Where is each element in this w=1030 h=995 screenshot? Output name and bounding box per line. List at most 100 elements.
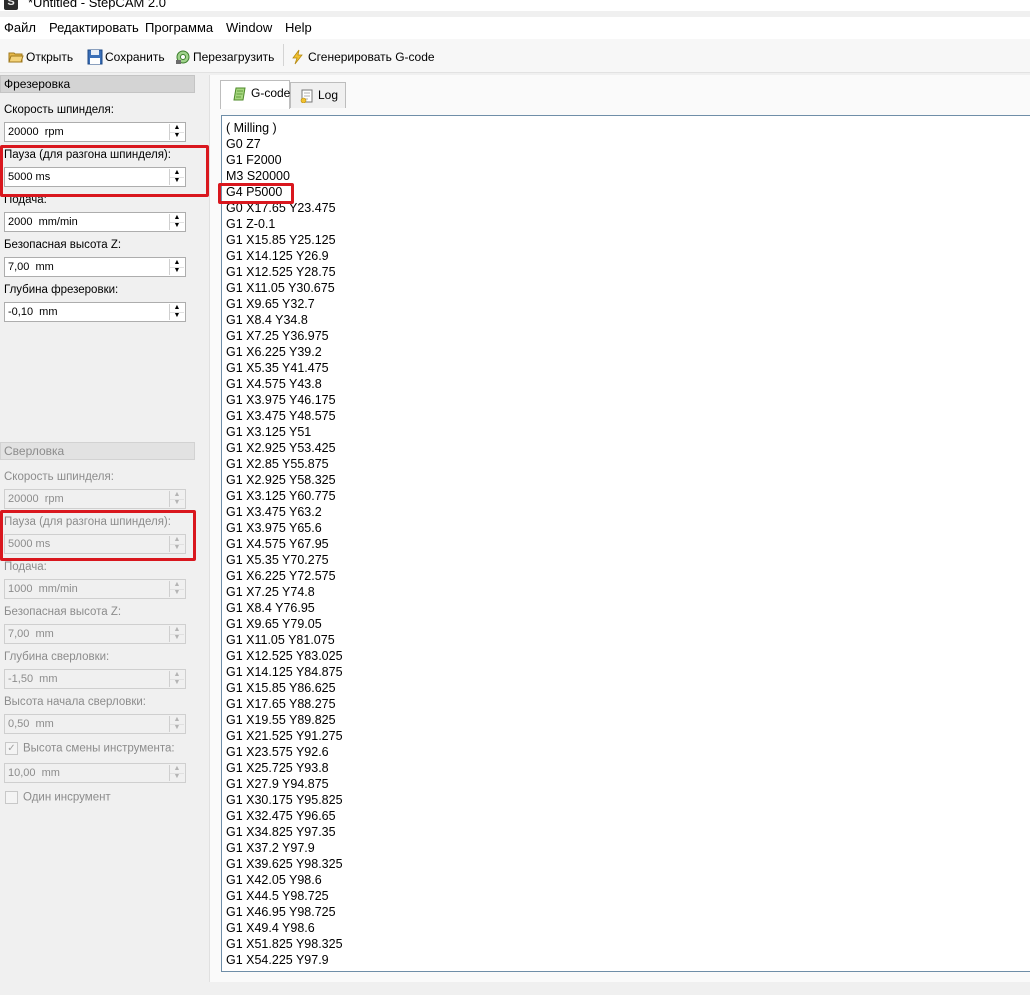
gcode-line: G1 X3.475 Y63.2 bbox=[226, 505, 322, 519]
tab-gcode-label: G-code bbox=[251, 86, 291, 100]
tool-change-height-checkbox: ✓ Высота смены инструмента: bbox=[5, 742, 175, 755]
gcode-line: G1 X32.475 Y96.65 bbox=[226, 809, 336, 823]
gcode-line: G1 X9.65 Y79.05 bbox=[226, 617, 322, 631]
milling-group-header: Фрезеровка bbox=[0, 75, 195, 93]
reload-button[interactable]: Перезагрузить bbox=[175, 47, 274, 65]
spin-arrows: ▲ ▼ bbox=[169, 259, 184, 275]
gcode-line: G1 X21.525 Y91.275 bbox=[226, 729, 343, 743]
checkmark-icon: ✓ bbox=[5, 742, 18, 755]
drilling-safe-z-spinbox: 7,00 mm ▲ ▼ bbox=[4, 624, 186, 644]
open-label: Открыть bbox=[26, 49, 74, 64]
menu-edit[interactable]: Редактировать bbox=[49, 20, 139, 35]
milling-depth-value: -0,10 mm bbox=[8, 306, 58, 318]
gcode-line: G1 X4.575 Y43.8 bbox=[226, 377, 322, 391]
milling-feed-spinbox[interactable]: 2000 mm/min ▲ ▼ bbox=[4, 212, 186, 232]
gcode-line: G1 Z-0.1 bbox=[226, 217, 276, 231]
gcode-line: G1 X27.9 Y94.875 bbox=[226, 777, 329, 791]
spin-arrows: ▲ ▼ bbox=[169, 581, 184, 597]
gcode-line: G1 X8.4 Y34.8 bbox=[226, 313, 308, 327]
spin-arrows: ▲ ▼ bbox=[169, 626, 184, 642]
gcode-line: G1 X23.575 Y92.6 bbox=[226, 745, 329, 759]
drilling-depth-value: -1,50 mm bbox=[8, 673, 58, 685]
gcode-line: G1 X12.525 Y83.025 bbox=[226, 649, 343, 663]
drilling-safe-z-label: Безопасная высота Z: bbox=[4, 606, 122, 618]
menu-help[interactable]: Help bbox=[285, 20, 312, 35]
gcode-line: G1 X19.55 Y89.825 bbox=[226, 713, 336, 727]
milling-spindle-speed-label: Скорость шпинделя: bbox=[4, 104, 114, 116]
spin-down-arrow-icon: ▼ bbox=[173, 679, 181, 686]
open-button[interactable]: Открыть bbox=[8, 47, 73, 65]
gcode-line: G1 X3.975 Y65.6 bbox=[226, 521, 322, 535]
gcode-line: G1 X2.85 Y55.875 bbox=[226, 457, 329, 471]
drilling-start-height-spinbox: 0,50 mm ▲ ▼ bbox=[4, 714, 186, 734]
gcode-line: G0 Z7 bbox=[226, 137, 261, 151]
drilling-depth-spinbox: -1,50 mm ▲ ▼ bbox=[4, 669, 186, 689]
menu-program[interactable]: Программа bbox=[145, 20, 213, 35]
floppy-save-icon bbox=[87, 49, 103, 65]
milling-safe-z-spinbox[interactable]: 7,00 mm ▲ ▼ bbox=[4, 257, 186, 277]
gcode-line: G1 X15.85 Y86.625 bbox=[226, 681, 336, 695]
drilling-spindle-speed-label: Скорость шпинделя: bbox=[4, 471, 114, 483]
drilling-group-header: Сверловка bbox=[0, 442, 195, 460]
spin-arrows: ▲ ▼ bbox=[169, 671, 184, 687]
gcode-editor[interactable]: ( Milling ) G0 Z7 G1 F2000 M3 S20000 G4 P500… bbox=[221, 115, 1030, 972]
gcode-line: G1 X3.125 Y51 bbox=[226, 425, 312, 439]
spin-arrows: ▲ ▼ bbox=[169, 304, 184, 320]
milling-feed-value: 2000 mm/min bbox=[8, 216, 78, 228]
generate-gcode-button[interactable]: Сгенерировать G-code bbox=[290, 47, 435, 65]
gcode-line: G1 X5.35 Y70.275 bbox=[226, 553, 329, 567]
tab-gcode[interactable]: G-code bbox=[220, 80, 290, 109]
tool-change-height-spinbox: 10,00 mm ▲ ▼ bbox=[4, 763, 186, 783]
drilling-feed-value: 1000 mm/min bbox=[8, 583, 78, 595]
menu-bar: Файл Редактировать Программа Window Help bbox=[0, 17, 1030, 39]
gcode-line: G1 X14.125 Y84.875 bbox=[226, 665, 343, 679]
app-logo-icon: S bbox=[4, 0, 18, 10]
gcode-line: G1 X6.225 Y72.575 bbox=[226, 569, 336, 583]
spin-down-arrow-icon[interactable]: ▼ bbox=[170, 267, 184, 275]
milling-depth-label: Глубина фрезеровки: bbox=[4, 284, 119, 296]
spin-down-arrow-icon[interactable]: ▼ bbox=[170, 312, 184, 320]
gcode-line: G1 X25.725 Y93.8 bbox=[226, 761, 329, 775]
spin-arrows: ▲ ▼ bbox=[169, 214, 184, 230]
drilling-feed-spinbox: 1000 mm/min ▲ ▼ bbox=[4, 579, 186, 599]
single-tool-checkbox: Один инсрумент bbox=[5, 791, 111, 804]
milling-safe-z-label: Безопасная высота Z: bbox=[4, 239, 122, 251]
gcode-line: ( Milling ) bbox=[226, 121, 277, 135]
gcode-line: G1 X9.65 Y32.7 bbox=[226, 297, 315, 311]
spin-down-arrow-icon[interactable]: ▼ bbox=[170, 132, 184, 140]
gcode-line: G1 X54.225 Y97.9 bbox=[226, 953, 329, 967]
gcode-line: G1 X14.125 Y26.9 bbox=[226, 249, 329, 263]
gcode-line: G1 X37.2 Y97.9 bbox=[226, 841, 315, 855]
milling-spindle-speed-spinbox[interactable]: 20000 rpm ▲ ▼ bbox=[4, 122, 186, 142]
drilling-spindle-speed-spinbox: 20000 rpm ▲ ▼ bbox=[4, 489, 186, 509]
gcode-line: G1 X11.05 Y30.675 bbox=[226, 281, 335, 295]
gcode-line: G1 X7.25 Y36.975 bbox=[226, 329, 329, 343]
lightning-icon bbox=[292, 49, 303, 65]
gcode-line: G1 X49.4 Y98.6 bbox=[226, 921, 315, 935]
spin-arrows: ▲ ▼ bbox=[169, 765, 184, 781]
reload-label: Перезагрузить bbox=[193, 49, 275, 64]
gcode-line: G1 X42.05 Y98.6 bbox=[226, 873, 322, 887]
menu-window[interactable]: Window bbox=[226, 20, 272, 35]
milling-depth-spinbox[interactable]: -0,10 mm ▲ ▼ bbox=[4, 302, 186, 322]
save-label: Сохранить bbox=[105, 49, 165, 64]
gcode-line: G1 X11.05 Y81.075 bbox=[226, 633, 335, 647]
save-button[interactable]: Сохранить bbox=[87, 47, 165, 65]
gcode-line: G1 X30.175 Y95.825 bbox=[226, 793, 343, 807]
gcode-line: G1 X6.225 Y39.2 bbox=[226, 345, 322, 359]
spin-down-arrow-icon: ▼ bbox=[173, 499, 181, 506]
menu-file[interactable]: Файл bbox=[4, 20, 36, 35]
gcode-line: G1 X3.475 Y48.575 bbox=[226, 409, 336, 423]
highlight-g4-line bbox=[218, 183, 294, 204]
window-title: *Untitled - StepCAM 2.0 bbox=[28, 0, 167, 10]
tab-log[interactable]: Log bbox=[290, 82, 346, 108]
gcode-line: G1 X12.525 Y28.75 bbox=[226, 265, 336, 279]
drilling-depth-label: Глубина сверловки: bbox=[4, 651, 110, 663]
spin-down-arrow-icon: ▼ bbox=[173, 773, 181, 780]
gcode-line: G1 X2.925 Y53.425 bbox=[226, 441, 336, 455]
gcode-line: G1 F2000 bbox=[226, 153, 282, 167]
spin-down-arrow-icon[interactable]: ▼ bbox=[170, 222, 184, 230]
spin-arrows: ▲ ▼ bbox=[169, 491, 184, 507]
milling-safe-z-value: 7,00 mm bbox=[8, 261, 54, 273]
drilling-start-height-label: Высота начала сверловки: bbox=[4, 696, 146, 708]
